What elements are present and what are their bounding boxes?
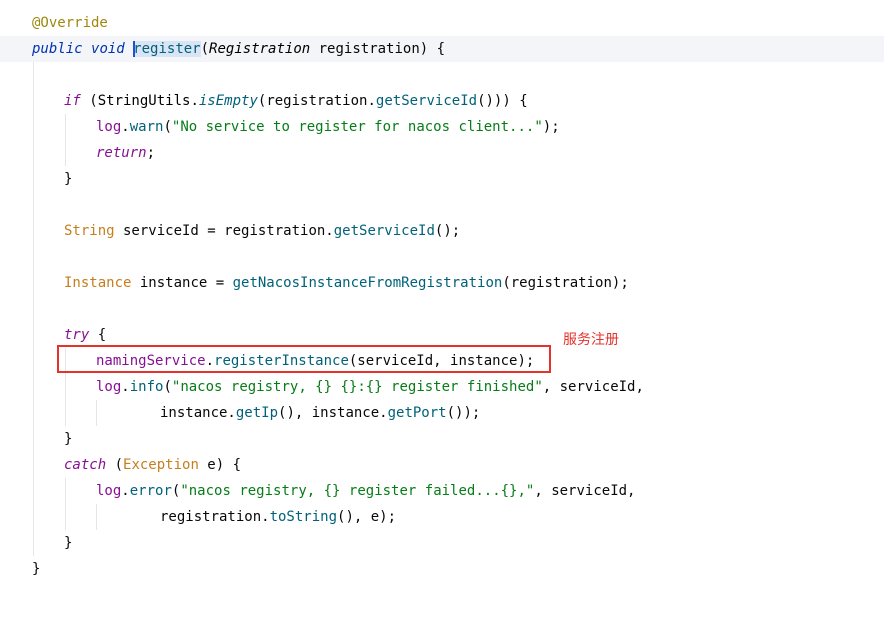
code-editor[interactable]: @Override public void register(Registrat… [0,0,884,598]
code-line[interactable]: } [0,556,884,582]
code-line[interactable]: } [0,530,884,556]
code-line[interactable]: registration.toString(), e); [0,504,884,530]
code-line[interactable]: log.info("nacos registry, {} {}:{} regis… [0,374,884,400]
code-line[interactable]: log.error("nacos registry, {} register f… [0,478,884,504]
highlight-box [57,345,551,373]
method-signature: public void register(Registration regist… [32,41,446,57]
code-line[interactable]: catch (Exception e) { [0,452,884,478]
annotation-note: 服务注册 [563,332,619,348]
code-line[interactable]: instance.getIp(), instance.getPort()); [0,400,884,426]
code-line[interactable]: @Override [0,10,884,36]
code-line[interactable]: Instance instance = getNacosInstanceFrom… [0,270,884,296]
code-line[interactable]: return; [0,140,884,166]
code-line[interactable]: } [0,426,884,452]
method-name-selected: register [133,41,201,57]
code-line[interactable]: if (StringUtils.isEmpty(registration.get… [0,88,884,114]
code-line[interactable]: String serviceId = registration.getServi… [0,218,884,244]
code-line[interactable]: } [0,166,884,192]
override-annotation: @Override [32,15,108,31]
code-line[interactable]: log.warn("No service to register for nac… [0,114,884,140]
code-line-current[interactable]: public void register(Registration regist… [0,36,884,62]
